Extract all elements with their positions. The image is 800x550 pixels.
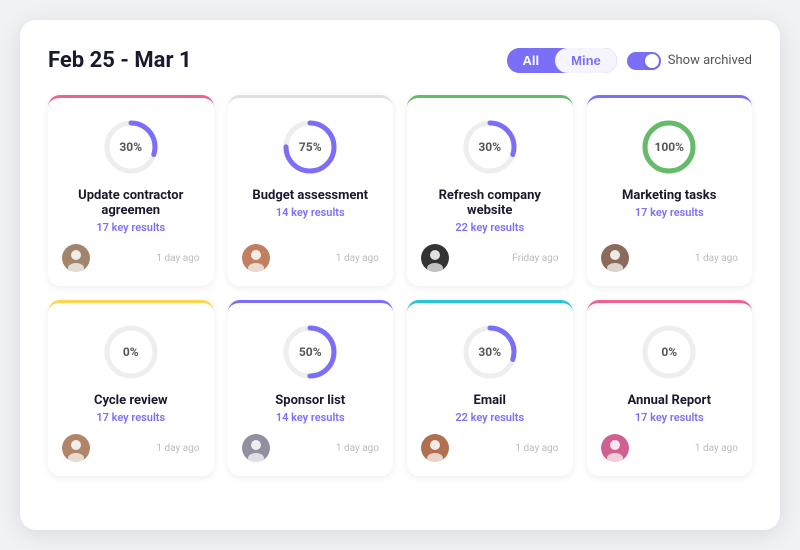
card-time: 1 day ago (515, 443, 558, 454)
avatar (601, 244, 629, 272)
card-subtext: 14 key results (276, 206, 345, 219)
card-footer: Friday ago (421, 244, 559, 272)
card-time: 1 day ago (336, 443, 379, 454)
toggle-thumb (645, 54, 659, 68)
card-title: Annual Report (628, 393, 712, 408)
card-footer: 1 day ago (242, 434, 380, 462)
task-card[interactable]: 30% Email 22 key results 1 day ago (407, 300, 573, 476)
card-footer: 1 day ago (601, 244, 739, 272)
card-footer: 1 day ago (421, 434, 559, 462)
filter-all-button[interactable]: All (507, 48, 556, 73)
avatar (601, 434, 629, 462)
card-chart: 30% (100, 116, 162, 178)
card-percent: 0% (123, 345, 139, 359)
card-percent: 0% (661, 345, 677, 359)
card-footer: 1 day ago (62, 434, 200, 462)
show-archived-toggle-group: Show archived (627, 52, 752, 70)
card-subtext: 17 key results (96, 221, 165, 234)
filter-mine-button[interactable]: Mine (555, 48, 617, 73)
card-subtext: 17 key results (635, 206, 704, 219)
show-archived-toggle[interactable] (627, 52, 661, 70)
card-percent: 30% (478, 345, 501, 359)
task-card[interactable]: 100% Marketing tasks 17 key results 1 da… (587, 95, 753, 286)
header-controls: All Mine Show archived (507, 48, 752, 73)
page-title: Feb 25 - Mar 1 (48, 48, 192, 73)
card-footer: 1 day ago (242, 244, 380, 272)
show-archived-label: Show archived (668, 53, 752, 68)
card-chart: 0% (100, 321, 162, 383)
task-card[interactable]: 0% Cycle review 17 key results 1 day ago (48, 300, 214, 476)
avatar (421, 244, 449, 272)
card-subtext: 22 key results (455, 221, 524, 234)
task-card[interactable]: 30% Update contractor agreemen 17 key re… (48, 95, 214, 286)
card-time: 1 day ago (695, 253, 738, 264)
card-title: Marketing tasks (622, 188, 716, 203)
card-time: 1 day ago (156, 253, 199, 264)
filter-group: All Mine (507, 48, 617, 73)
card-chart: 100% (638, 116, 700, 178)
card-chart: 30% (459, 116, 521, 178)
card-time: 1 day ago (695, 443, 738, 454)
card-time: 1 day ago (336, 253, 379, 264)
task-card[interactable]: 0% Annual Report 17 key results 1 day ag… (587, 300, 753, 476)
header: Feb 25 - Mar 1 All Mine Show archived (48, 48, 752, 73)
card-title: Cycle review (94, 393, 168, 408)
card-percent: 30% (478, 140, 501, 154)
card-subtext: 17 key results (635, 411, 704, 424)
card-time: Friday ago (512, 253, 558, 264)
card-title: Refresh company website (421, 188, 559, 218)
card-title: Sponsor list (275, 393, 345, 408)
card-chart: 50% (279, 321, 341, 383)
card-percent: 75% (299, 140, 322, 154)
card-percent: 30% (119, 140, 142, 154)
card-title: Email (474, 393, 506, 408)
card-footer: 1 day ago (62, 244, 200, 272)
card-subtext: 14 key results (276, 411, 345, 424)
card-chart: 30% (459, 321, 521, 383)
task-card[interactable]: 50% Sponsor list 14 key results 1 day ag… (228, 300, 394, 476)
card-title: Budget assessment (252, 188, 368, 203)
avatar (421, 434, 449, 462)
card-percent: 100% (654, 140, 684, 154)
avatar (242, 244, 270, 272)
card-subtext: 22 key results (455, 411, 524, 424)
card-time: 1 day ago (156, 443, 199, 454)
cards-grid: 30% Update contractor agreemen 17 key re… (48, 95, 752, 476)
card-chart: 75% (279, 116, 341, 178)
card-title: Update contractor agreemen (62, 188, 200, 218)
card-chart: 0% (638, 321, 700, 383)
task-card[interactable]: 30% Refresh company website 22 key resul… (407, 95, 573, 286)
avatar (62, 244, 90, 272)
app-container: Feb 25 - Mar 1 All Mine Show archived 30… (20, 20, 780, 530)
task-card[interactable]: 75% Budget assessment 14 key results 1 d… (228, 95, 394, 286)
card-percent: 50% (299, 345, 322, 359)
card-footer: 1 day ago (601, 434, 739, 462)
card-subtext: 17 key results (96, 411, 165, 424)
avatar (242, 434, 270, 462)
avatar (62, 434, 90, 462)
